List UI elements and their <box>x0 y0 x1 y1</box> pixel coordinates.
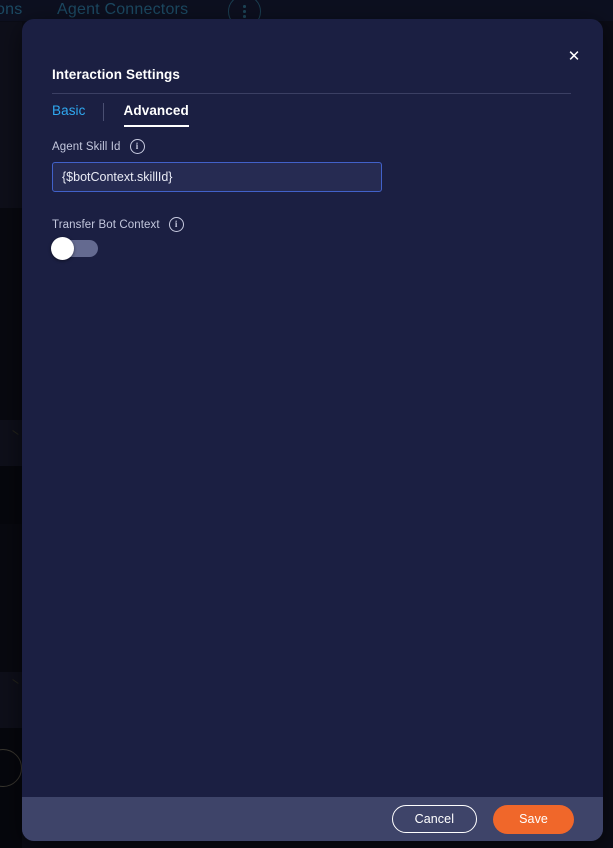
background-nav-item-truncated[interactable]: ons <box>0 1 22 19</box>
transfer-bot-context-toggle[interactable] <box>51 237 98 260</box>
dialog-body: Agent Skill Id i Transfer Bot Context i <box>22 139 603 790</box>
background-nav-item-agent-connectors[interactable]: Agent Connectors <box>57 1 188 19</box>
close-icon[interactable]: ✕ <box>564 46 584 66</box>
field-label-row: Transfer Bot Context i <box>52 217 573 232</box>
interaction-settings-dialog: ✕ Interaction Settings Basic Advanced Ag… <box>22 19 603 841</box>
background-card <box>0 22 22 208</box>
background-card <box>0 524 22 672</box>
transfer-bot-context-label: Transfer Bot Context <box>52 218 160 231</box>
tab-advanced[interactable]: Advanced <box>123 103 189 127</box>
background-card <box>0 728 22 848</box>
toggle-knob <box>51 237 74 260</box>
tab-bar: Basic Advanced <box>52 103 189 127</box>
dialog-title: Interaction Settings <box>52 67 181 82</box>
agent-skill-id-label: Agent Skill Id <box>52 140 121 153</box>
info-icon[interactable]: i <box>168 217 184 232</box>
background-card <box>0 466 22 524</box>
tab-separator <box>102 103 104 121</box>
field-agent-skill-id: Agent Skill Id i <box>52 139 573 192</box>
background-card <box>0 672 22 728</box>
tab-basic[interactable]: Basic <box>52 103 86 125</box>
cancel-button[interactable]: Cancel <box>391 805 478 833</box>
dialog-footer: Cancel Save <box>22 797 603 841</box>
field-transfer-bot-context: Transfer Bot Context i <box>51 217 573 260</box>
agent-skill-id-input[interactable] <box>52 162 382 192</box>
page-root: ons Agent Connectors ✕ Interaction Setti… <box>0 0 613 848</box>
title-divider <box>52 93 571 94</box>
field-label-row: Agent Skill Id i <box>52 139 573 154</box>
background-card <box>0 208 22 420</box>
info-icon[interactable]: i <box>129 139 145 154</box>
save-button[interactable]: Save <box>493 804 574 834</box>
background-card <box>0 420 22 466</box>
